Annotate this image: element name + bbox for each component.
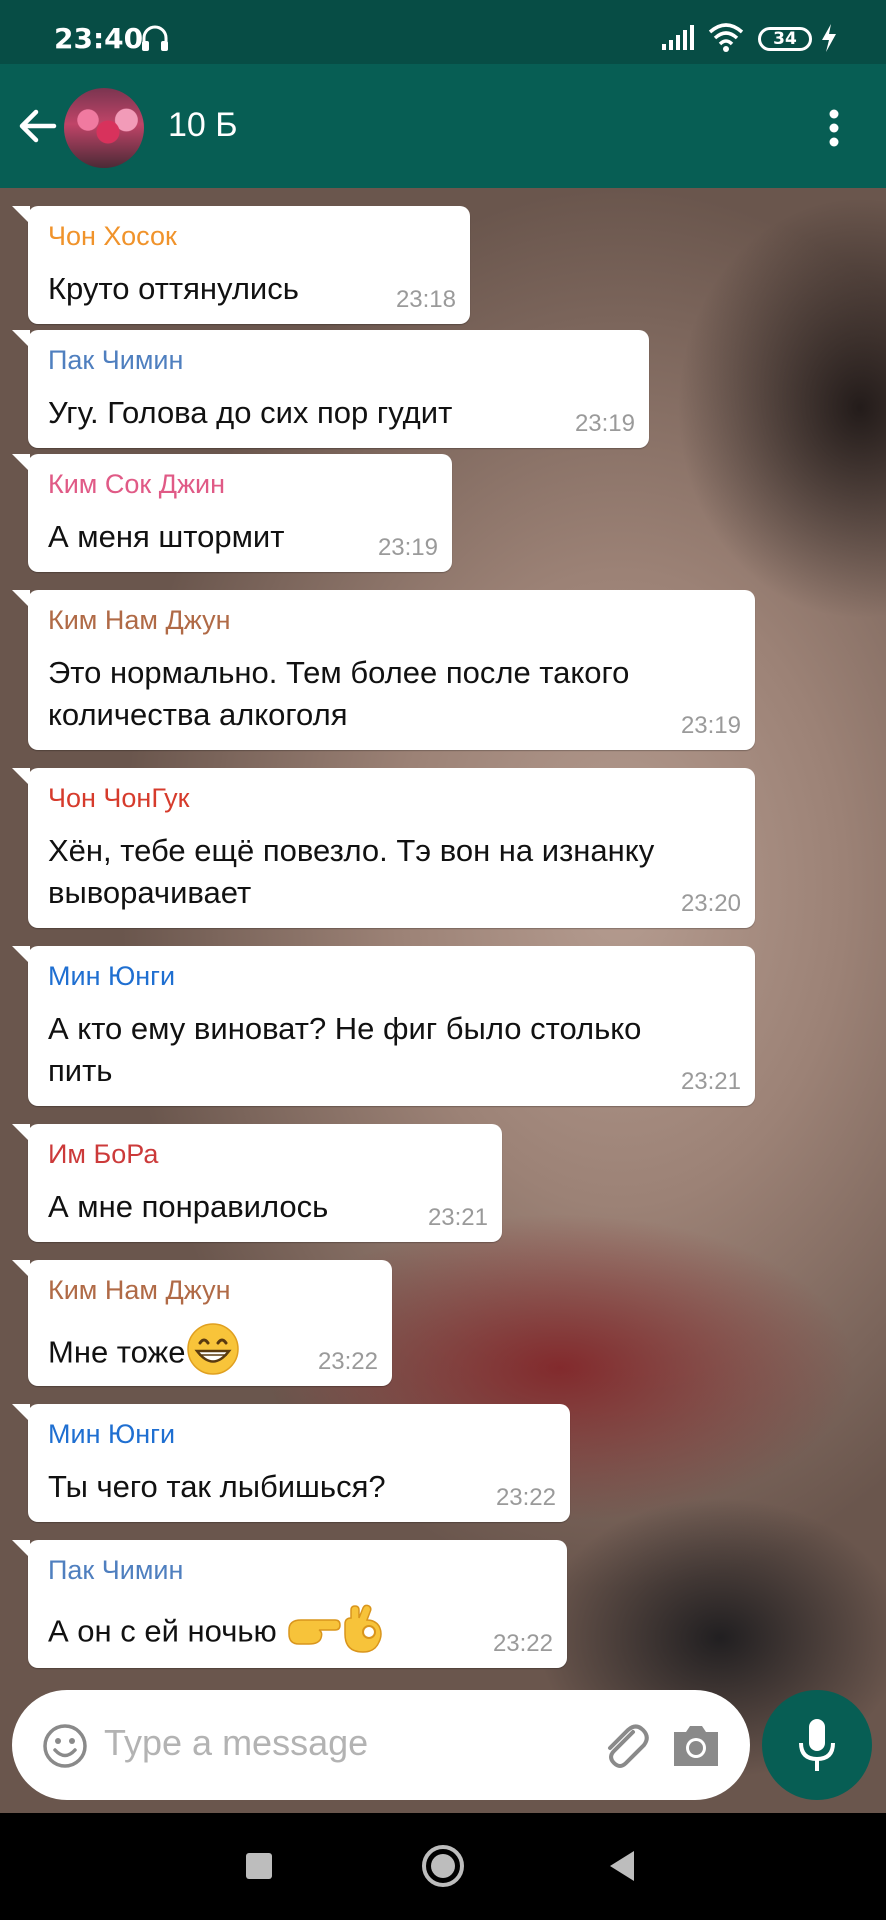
message-text-line: пить xyxy=(48,1053,113,1088)
message-bubble[interactable]: Мин Юнги Ты чего так лыбишься? 23:22 xyxy=(12,1404,570,1522)
message-text: А он с ей ночью xyxy=(48,1602,547,1665)
message-time: 23:22 xyxy=(495,1484,556,1511)
group-avatar[interactable] xyxy=(64,88,144,168)
microphone-icon xyxy=(799,1719,835,1771)
message-bubble[interactable]: Чон Хосок Круто оттянулись 23:18 xyxy=(12,206,470,324)
message-time: 23:22 xyxy=(492,1630,553,1657)
message-text-line: количества алкоголя xyxy=(48,697,348,732)
headphones-icon xyxy=(140,24,170,56)
sender-name: Пак Чимин xyxy=(48,1555,184,1585)
message-bubble[interactable]: Ким Нам Джун Мне тоже 23:22 xyxy=(12,1260,392,1387)
message-time: 23:21 xyxy=(427,1204,488,1231)
message-text-line: Хён, тебе ещё повезло. Тэ вон на изнанку xyxy=(48,833,655,868)
signal-icon xyxy=(662,24,698,54)
sender-name: Им БоРа xyxy=(48,1139,159,1169)
message-bubble[interactable]: Мин Юнги А кто ему виноват? Не фиг было … xyxy=(12,946,755,1106)
message-input[interactable]: Type a message xyxy=(104,1722,368,1764)
wifi-icon xyxy=(708,22,744,56)
message-time: 23:18 xyxy=(395,286,456,313)
battery-icon: 34 xyxy=(758,27,812,51)
home-icon[interactable] xyxy=(420,1843,466,1893)
message-text: Угу. Голова до сих пор гудит xyxy=(48,395,453,430)
message-bubble[interactable]: Ким Нам Джун Это нормально. Тем более по… xyxy=(12,590,755,750)
sender-name: Мин Юнги xyxy=(48,961,176,991)
message-text-content: А он с ей ночью xyxy=(48,1613,277,1649)
message-bubble[interactable]: Им БоРа А мне понравилось 23:21 xyxy=(12,1124,502,1242)
chat-header: 10 Б xyxy=(0,64,886,188)
chat-area[interactable]: Чон Хосок Круто оттянулись 23:18 Пак Чим… xyxy=(0,188,886,1813)
sender-name: Чон Хосок xyxy=(48,221,177,251)
charging-icon xyxy=(820,24,838,56)
camera-icon[interactable] xyxy=(672,1724,720,1772)
status-time: 23:40 xyxy=(54,22,144,55)
message-time: 23:19 xyxy=(377,534,438,561)
sender-name: Чон ЧонГук xyxy=(48,783,190,813)
message-text: Ты чего так лыбишься? xyxy=(48,1469,386,1504)
emoji-icon[interactable] xyxy=(42,1723,88,1773)
ok-hand-icon xyxy=(341,1602,385,1665)
message-bubble[interactable]: Ким Сок Джин А меня штормит 23:19 xyxy=(12,454,452,572)
message-text: А меня штормит xyxy=(48,519,285,554)
message-time: 23:19 xyxy=(574,410,635,437)
message-bubble[interactable]: Чон ЧонГук Хён, тебе ещё повезло. Тэ вон… xyxy=(12,768,755,928)
message-time: 23:19 xyxy=(680,712,741,739)
grinning-face-icon xyxy=(186,1322,240,1387)
voice-record-button[interactable] xyxy=(762,1690,872,1800)
attach-icon[interactable] xyxy=(600,1720,650,1774)
message-bubble[interactable]: Пак Чимин А он с ей ночью 23:22 xyxy=(12,1540,567,1668)
message-text: Круто оттянулись xyxy=(48,271,299,306)
message-bubble[interactable]: Пак Чимин Угу. Голова до сих пор гудит 2… xyxy=(12,330,649,448)
back-nav-icon[interactable] xyxy=(606,1849,638,1887)
status-bar: 23:40 34 xyxy=(0,0,886,64)
message-text: Хён, тебе ещё повезло. Тэ вон на изнанку… xyxy=(48,830,735,914)
sender-name: Ким Нам Джун xyxy=(48,605,231,635)
message-text: А кто ему виноват? Не фиг было столько п… xyxy=(48,1008,735,1092)
message-text: Это нормально. Тем более после такого ко… xyxy=(48,652,735,736)
more-options-icon[interactable] xyxy=(826,108,842,152)
message-input-bar[interactable]: Type a message xyxy=(12,1690,750,1800)
sender-name: Мин Юнги xyxy=(48,1419,176,1449)
message-text-content: Мне тоже xyxy=(48,1334,186,1370)
sender-name: Пак Чимин xyxy=(48,345,184,375)
message-time: 23:21 xyxy=(680,1068,741,1095)
back-arrow-icon[interactable] xyxy=(18,106,58,150)
system-nav-bar xyxy=(0,1813,886,1920)
sender-name: Ким Сок Джин xyxy=(48,469,226,499)
message-time: 23:22 xyxy=(317,1348,378,1375)
message-text-line: А кто ему виноват? Не фиг было столько xyxy=(48,1011,642,1046)
message-text-line: выворачивает xyxy=(48,875,252,910)
message-time: 23:20 xyxy=(680,890,741,917)
message-text: А мне понравилось xyxy=(48,1189,329,1224)
pointing-hand-icon xyxy=(285,1608,342,1659)
recent-apps-icon[interactable] xyxy=(246,1853,272,1879)
message-text-line: Это нормально. Тем более после такого xyxy=(48,655,630,690)
sender-name: Ким Нам Джун xyxy=(48,1275,231,1305)
chat-title[interactable]: 10 Б xyxy=(168,106,238,145)
